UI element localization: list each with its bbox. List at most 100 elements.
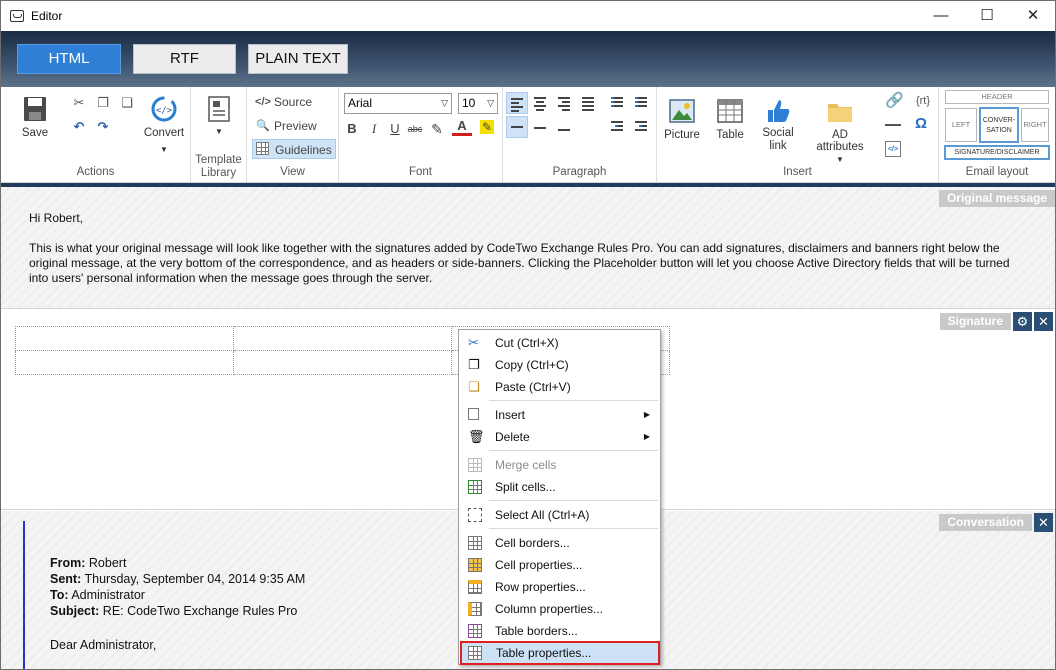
menu-item-cut[interactable]: ✂ Cut (Ctrl+X) [461,332,658,354]
title-bar: Editor — ☐ ✕ [1,1,1055,31]
guidelines-button[interactable]: Guidelines [252,139,336,159]
horizontal-line-icon[interactable] [885,117,901,133]
layout-left-button[interactable]: LEFT [945,108,977,142]
highlight-icon[interactable]: ✎ [477,117,497,137]
email-layout-group-label: Email layout [965,166,1029,178]
layout-conversation-button[interactable]: CONVER-SATION [979,107,1019,143]
cut-icon[interactable]: ✂ [71,95,87,111]
menu-item-cell-properties[interactable]: Cell properties... [461,554,658,576]
subject-line: Subject: RE: CodeTwo Exchange Rules Pro [50,604,298,618]
tab-html[interactable]: HTML [17,44,121,74]
original-message-section[interactable]: Original message Hi Robert, This is what… [1,187,1055,309]
submenu-arrow-icon: ▶ [643,410,650,419]
code-icon: </> [255,96,271,108]
save-button[interactable]: Save [15,95,55,139]
align-right-icon[interactable] [554,92,576,114]
menu-item-cell-borders[interactable]: Cell borders... [461,532,658,554]
mode-tab-bar: HTML RTF PLAIN TEXT [1,31,1055,87]
font-size-value: 10 [462,96,476,110]
signature-settings-gear-icon[interactable]: ⚙ [1013,312,1032,331]
font-size-select[interactable]: 10 ▽ [458,93,498,114]
layout-signature-button[interactable]: SIGNATURE/DISCLAIMER [944,145,1050,160]
bold-icon[interactable]: B [342,119,362,139]
strikethrough-icon[interactable]: abc [405,119,425,139]
menu-item-row-properties[interactable]: Row properties... [461,576,658,598]
special-character-button[interactable]: Ω [913,116,929,132]
menu-item-split-cells[interactable]: Split cells... [461,476,658,498]
paragraph-group: Paragraph [503,87,657,183]
copy-icon: ❐ [468,357,480,372]
menu-item-copy[interactable]: ❐ Copy (Ctrl+C) [461,354,658,376]
template-library-label: Template Library [195,154,242,179]
select-all-icon [468,508,482,522]
social-link-button[interactable]: Social link [757,97,799,153]
redo-icon[interactable]: ↷ [95,119,111,135]
convert-dropdown-icon[interactable]: ▼ [141,145,187,154]
menu-item-table-properties[interactable]: Table properties... [460,641,660,665]
valign-top-icon[interactable] [506,116,528,138]
menu-item-merge-cells[interactable]: Merge cells [461,454,658,476]
conversation-close-icon[interactable]: ✕ [1034,513,1053,532]
font-family-select[interactable]: Arial ▽ [344,93,452,114]
grid-icon [256,142,269,155]
indent-icon[interactable] [631,116,653,138]
html-snippet-icon[interactable]: </> [885,141,901,157]
column-properties-icon [468,602,482,616]
layout-header-button[interactable]: HEADER [945,90,1049,104]
menu-item-insert[interactable]: Insert ▶ [461,404,658,426]
bullet-list-icon[interactable] [607,92,629,114]
paste-icon[interactable]: ❏ [119,95,135,111]
folder-icon [826,97,854,125]
table-cell[interactable] [15,326,234,351]
menu-item-select-all[interactable]: Select All (Ctrl+A) [461,504,658,526]
template-library-button[interactable]: ▼ [203,95,235,136]
link-icon[interactable]: 🔗 [885,93,904,109]
source-button[interactable]: </> Source [252,92,332,112]
numbered-list-icon[interactable] [631,92,653,114]
source-label: Source [274,95,313,109]
maximize-button[interactable]: ☐ [964,1,1010,31]
convert-icon: </> [150,95,178,123]
justify-icon[interactable] [578,92,600,114]
layout-right-button[interactable]: RIGHT [1021,108,1049,142]
paragraph-group-label: Paragraph [552,166,607,178]
picture-button[interactable]: Picture [662,97,702,141]
close-button[interactable]: ✕ [1010,1,1055,31]
guidelines-label: Guidelines [275,143,332,157]
table-cell[interactable] [15,350,234,375]
preview-button[interactable]: 🔍 Preview [252,116,332,136]
outdent-icon[interactable] [607,116,629,138]
menu-item-column-properties[interactable]: Column properties... [461,598,658,620]
signature-close-icon[interactable]: ✕ [1034,312,1053,331]
valign-middle-icon[interactable] [530,116,552,138]
tab-rtf[interactable]: RTF [133,44,236,74]
table-button[interactable]: Table [710,97,750,141]
template-dropdown-icon[interactable]: ▼ [203,127,235,136]
table-cell[interactable] [233,350,452,375]
actions-group-label: Actions [76,166,115,178]
menu-item-table-borders[interactable]: Table borders... [461,620,658,642]
menu-item-paste[interactable]: ❏ Paste (Ctrl+V) [461,376,658,398]
underline-icon[interactable]: U [385,119,405,139]
align-left-icon[interactable] [506,92,528,114]
ad-attributes-button[interactable]: AD attributes ▼ [807,97,873,164]
app-mail-icon [10,10,24,22]
minimize-button[interactable]: — [918,1,964,31]
table-cell[interactable] [233,326,452,351]
tab-plain-text[interactable]: PLAIN TEXT [248,44,348,74]
italic-icon[interactable]: I [364,119,384,139]
menu-item-delete[interactable]: 🗑 Delete ▶ [461,426,658,448]
rt-placeholder-button[interactable]: {rt} [911,93,935,109]
ad-attributes-dropdown-icon[interactable]: ▼ [807,155,873,164]
font-color-icon[interactable]: A [452,117,472,136]
convert-button[interactable]: </> Convert ▼ [141,95,187,154]
table-icon [716,97,744,125]
copy-icon[interactable]: ❐ [95,95,111,111]
align-center-icon[interactable] [530,92,552,114]
valign-bottom-icon[interactable] [554,116,576,138]
table-properties-icon [468,646,482,660]
eraser-icon[interactable]: ✎ [427,119,447,139]
sent-line: Sent: Thursday, September 04, 2014 9:35 … [50,572,306,586]
paste-icon: ❏ [468,379,480,394]
undo-icon[interactable]: ↶ [71,119,87,135]
